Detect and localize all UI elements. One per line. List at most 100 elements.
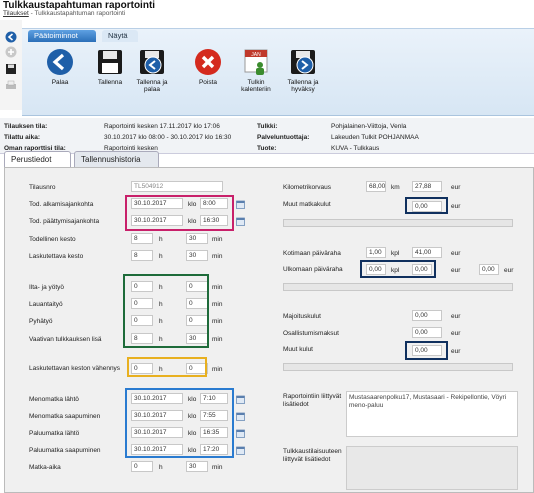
tab-tallennushistoria[interactable]: Tallennushistoria bbox=[74, 151, 159, 167]
lauantai-label: Lauantaityö bbox=[29, 301, 63, 308]
save-and-return-icon bbox=[138, 48, 166, 76]
tab-paatoiminnot[interactable]: Päätoiminnot bbox=[28, 30, 96, 42]
raportointi-textarea[interactable]: Mustasaarenpolku17, Mustasaari - Rekipel… bbox=[346, 391, 518, 437]
calendar-icon[interactable] bbox=[236, 200, 245, 209]
save-and-approve-icon bbox=[289, 48, 317, 76]
calendar-icon[interactable] bbox=[236, 412, 245, 421]
matka-aika-h-unit: h bbox=[159, 464, 163, 471]
lauantai-min-unit: min bbox=[212, 301, 223, 308]
tuote-label: Tuote: bbox=[257, 145, 277, 152]
kotimaan-kpl-field[interactable]: 1,00 bbox=[366, 247, 386, 258]
poista-label: Poista bbox=[198, 79, 218, 86]
tulkkaus-label: Tulkkaustilaisuuteen liittyvät lisätiedo… bbox=[283, 448, 342, 463]
pyha-min-unit: min bbox=[212, 318, 223, 325]
tilausnro-label: Tilausnro bbox=[29, 184, 56, 191]
tulkki-value: Pohjalainen-Viittoja, Venla bbox=[331, 123, 407, 130]
ulkomaan-eur2-field: 0,00 bbox=[479, 264, 499, 275]
kesto-h-field: 8 bbox=[131, 233, 153, 244]
matka-aika-min-unit: min bbox=[212, 464, 223, 471]
calendar-person-icon: JAN bbox=[242, 48, 270, 76]
vaativa-label: Vaativan tulkkauksen lisä bbox=[29, 336, 102, 343]
calendar-icon[interactable] bbox=[236, 395, 245, 404]
muut-kulut-description-field[interactable] bbox=[283, 363, 513, 371]
kesto-min-field: 30 bbox=[186, 233, 208, 244]
order-info-panel: Tilauksen tila: Raportointi kesken 17.11… bbox=[0, 118, 534, 154]
svg-text:JAN: JAN bbox=[251, 52, 261, 58]
tuote-value: KUVA - Tulkkaus bbox=[331, 145, 380, 152]
back-arrow-icon bbox=[46, 48, 74, 76]
km-eur-field: 27,88 bbox=[412, 181, 442, 192]
km-unit: km bbox=[391, 184, 400, 191]
print-icon[interactable] bbox=[5, 80, 17, 92]
calendar-icon[interactable] bbox=[236, 446, 245, 455]
calendar-icon[interactable] bbox=[236, 429, 245, 438]
osallistuminen-field[interactable]: 0,00 bbox=[412, 327, 442, 338]
left-toolbar bbox=[0, 20, 22, 110]
vahennys-min-unit: min bbox=[212, 366, 223, 373]
muut-matka-eur-unit: eur bbox=[451, 203, 461, 210]
majoitus-eur-unit: eur bbox=[451, 313, 461, 320]
lask-kesto-label: Laskutettava kesto bbox=[29, 253, 84, 260]
ulkomaan-eur-unit: eur bbox=[451, 267, 461, 274]
ilta-min-unit: min bbox=[212, 284, 223, 291]
alku-label: Tod. alkamisajankohta bbox=[29, 201, 94, 208]
tilattu-aika-label: Tilattu aika: bbox=[4, 134, 41, 141]
navy-highlight-box bbox=[405, 341, 448, 360]
add-circle-icon[interactable] bbox=[5, 46, 17, 58]
matka-aika-label: Matka-aika bbox=[29, 464, 61, 471]
floppy-save-icon bbox=[96, 48, 124, 76]
kesto-h-unit: h bbox=[159, 236, 163, 243]
meno-lahto-label: Menomatka lähtö bbox=[29, 396, 79, 403]
muut-kulut-eur-unit: eur bbox=[451, 348, 461, 355]
tilattu-aika-value: 30.10.2017 klo 08:00 - 30.10.2017 klo 16… bbox=[104, 134, 232, 141]
save-small-icon[interactable] bbox=[5, 63, 17, 75]
calendar-icon[interactable] bbox=[236, 217, 245, 226]
navy-highlight-box bbox=[360, 260, 436, 278]
delete-x-icon bbox=[194, 48, 222, 76]
lask-kesto-h-unit: h bbox=[159, 253, 163, 260]
paatty-label: Tod. päättymisajankohta bbox=[29, 218, 100, 225]
paluu-lahto-label: Paluumatka lähtö bbox=[29, 430, 80, 437]
lask-kesto-min-unit: min bbox=[212, 253, 223, 260]
kotimaan-kpl-unit: kpl bbox=[391, 250, 400, 257]
tulkin-kalenteriin-label: Tulkin kalenteriin bbox=[241, 79, 271, 93]
breadcrumb-link[interactable]: Tilaukset bbox=[3, 10, 29, 17]
kotimaan-eur-unit: eur bbox=[451, 250, 461, 257]
tallenna-ja-hyvaksy-label: Tallenna ja hyväksy bbox=[287, 79, 319, 93]
tulkin-kalenteriin-button[interactable]: JAN Tulkin kalenteriin bbox=[234, 48, 278, 93]
vaativa-min-unit: min bbox=[212, 336, 223, 343]
tulkkaus-textarea[interactable] bbox=[346, 446, 518, 490]
paluu-saap-label: Paluumatka saapuminen bbox=[29, 447, 101, 454]
tulkki-label: Tulkki: bbox=[257, 123, 278, 130]
navy-highlight-box bbox=[405, 197, 448, 214]
breadcrumb-current: - Tulkkaustapahtuman raportointi bbox=[30, 10, 126, 17]
yellow-highlight-box bbox=[127, 357, 207, 377]
majoitus-field[interactable]: 0,00 bbox=[412, 310, 442, 321]
osallistuminen-eur-unit: eur bbox=[451, 330, 461, 337]
tallenna-label: Tallenna bbox=[97, 79, 123, 86]
tallenna-ja-hyvaksy-button[interactable]: Tallenna ja hyväksy bbox=[281, 48, 325, 93]
muut-kulut-label: Muut kulut bbox=[283, 346, 313, 353]
matka-aika-h-field: 0 bbox=[131, 461, 153, 472]
back-circle-icon[interactable] bbox=[5, 31, 17, 43]
tab-nayta[interactable]: Näytä bbox=[102, 30, 138, 42]
kesto-label: Todellinen kesto bbox=[29, 236, 76, 243]
ulkomaan-description-field[interactable] bbox=[283, 283, 513, 291]
tilauksen-tila-label: Tilauksen tila: bbox=[4, 123, 48, 130]
osallistuminen-label: Osallistumismaksut bbox=[283, 330, 339, 337]
palaa-button[interactable]: Palaa bbox=[38, 48, 82, 86]
tilauksen-tila-value: Raportointi kesken 17.11.2017 klo 17:06 bbox=[104, 123, 220, 130]
km-field[interactable]: 68,00 bbox=[366, 181, 386, 192]
green-highlight-box bbox=[123, 274, 209, 348]
poista-button[interactable]: Poista bbox=[186, 48, 230, 86]
meno-saap-label: Menomatka saapuminen bbox=[29, 413, 101, 420]
palveluntuottaja-label: Palveluntuottaja: bbox=[257, 134, 310, 141]
tab-perustiedot[interactable]: Perustiedot bbox=[4, 151, 71, 167]
palveluntuottaja-value: Lakeuden Tulkit POHJANMAA bbox=[331, 134, 419, 141]
muut-matka-description-field[interactable] bbox=[283, 219, 513, 227]
lask-kesto-h-field: 8 bbox=[131, 250, 153, 261]
tallenna-ja-palaa-button[interactable]: Tallenna ja palaa bbox=[130, 48, 174, 93]
vahennys-label: Laskutettavan keston vähennys bbox=[29, 365, 121, 372]
tallenna-button[interactable]: Tallenna bbox=[88, 48, 132, 86]
page-header: Tulkkaustapahtuman raportointi Tilaukset… bbox=[0, 0, 534, 20]
